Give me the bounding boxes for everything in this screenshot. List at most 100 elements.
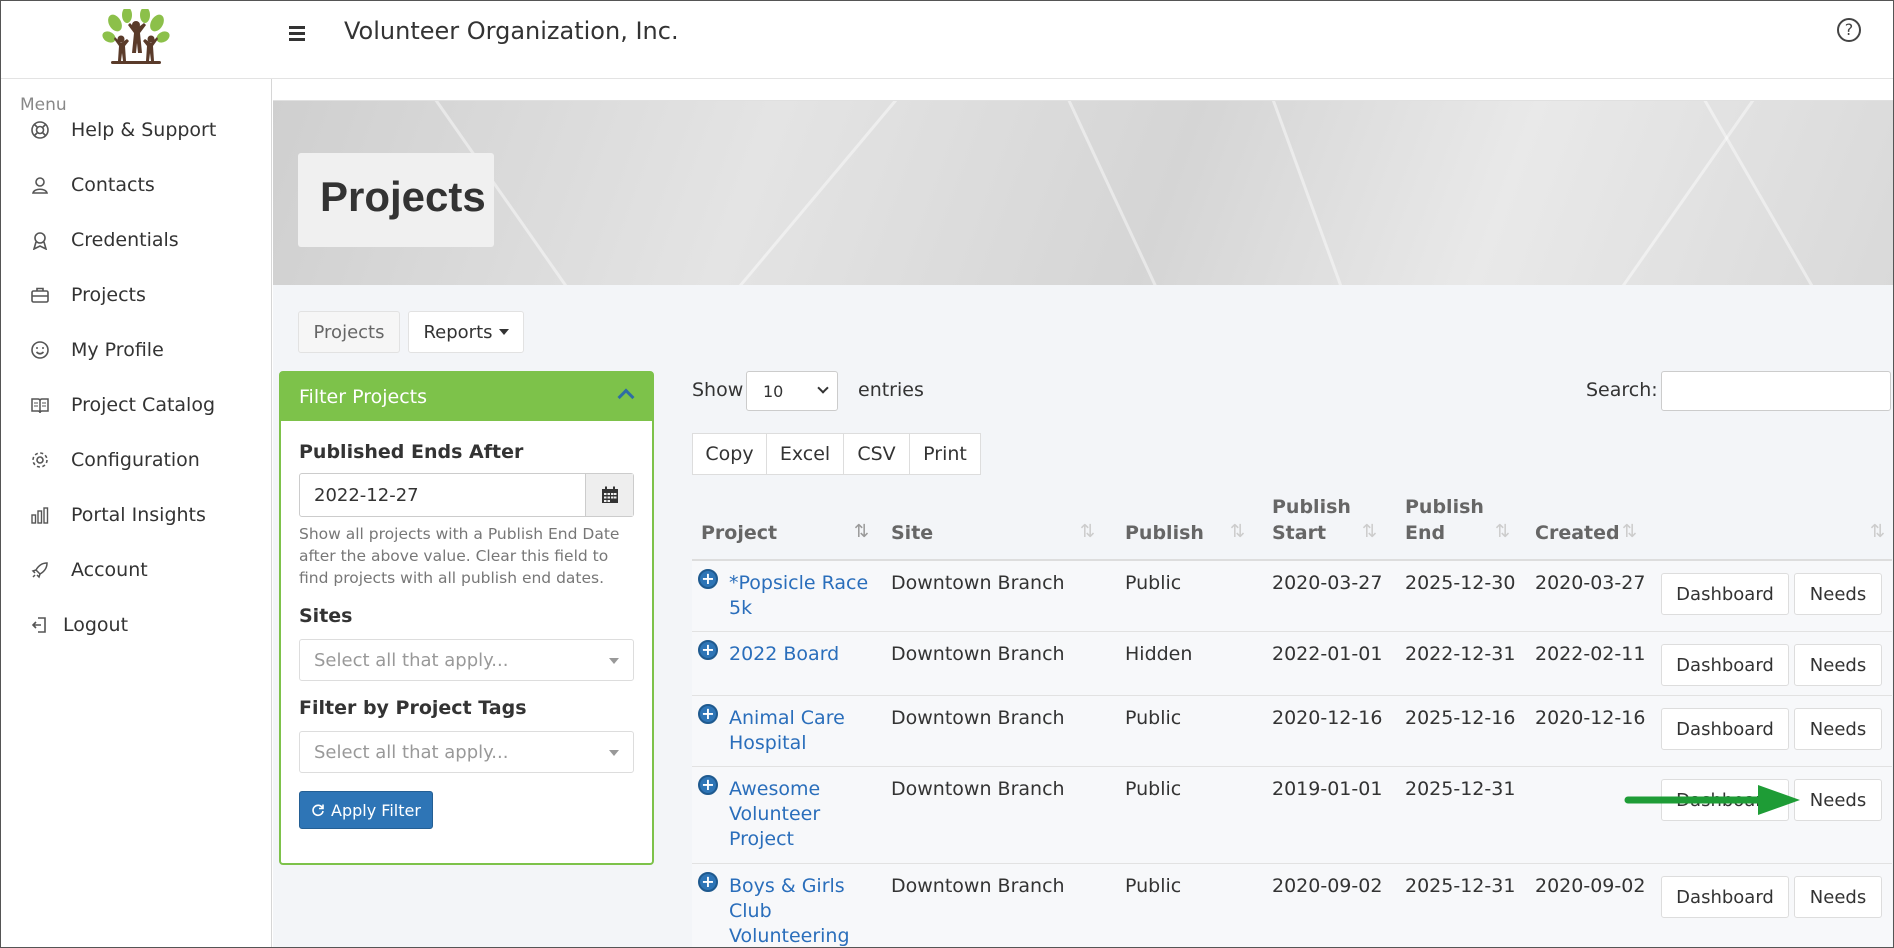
expand-row-icon[interactable]: + xyxy=(698,872,718,892)
caret-down-icon xyxy=(609,658,619,664)
sidebar-item-help-support[interactable]: Help & Support xyxy=(29,115,216,145)
sort-icon[interactable]: ⇅ xyxy=(1870,521,1885,542)
published-ends-after-input[interactable]: 2022-12-27 xyxy=(299,473,634,517)
date-value: 2022-12-27 xyxy=(314,485,419,506)
created-cell: 2020-03-27 xyxy=(1535,572,1646,594)
lifebuoy-icon xyxy=(29,119,51,141)
dashboard-button[interactable]: Dashboard xyxy=(1661,708,1789,750)
hamburger-menu-icon[interactable] xyxy=(289,19,309,45)
project-name-line: Awesome xyxy=(729,778,821,800)
sidebar-item-project-catalog[interactable]: Project Catalog xyxy=(29,390,215,420)
filter-projects-panel: Filter Projects Published Ends After 202… xyxy=(279,371,654,865)
project-link[interactable]: Animal Care Hospital xyxy=(729,706,845,756)
needs-button[interactable]: Needs xyxy=(1794,644,1882,686)
project-name-line: Volunteer xyxy=(729,803,821,825)
tab-reports-label: Reports xyxy=(423,321,493,343)
col-created-header[interactable]: Created xyxy=(1535,521,1620,546)
needs-button[interactable]: Needs xyxy=(1794,573,1882,615)
needs-button[interactable]: Needs xyxy=(1794,708,1882,750)
entries-label: entries xyxy=(858,379,924,401)
table-row: + 2022 Board Downtown Branch Hidden 2022… xyxy=(692,632,1892,696)
project-name-line: 5k xyxy=(729,597,753,619)
project-link[interactable]: Boys & Girls Club Volunteering xyxy=(729,874,850,947)
col-publish-header[interactable]: Publish xyxy=(1125,521,1204,546)
chevron-up-icon[interactable] xyxy=(617,388,635,406)
sidebar-item-configuration[interactable]: Configuration xyxy=(29,445,200,475)
sort-icon[interactable]: ⇅ xyxy=(1495,521,1510,542)
volunteer-tree-logo[interactable] xyxy=(101,9,171,67)
sites-placeholder: Select all that apply... xyxy=(314,650,509,671)
project-name-line: Hospital xyxy=(729,732,807,754)
search-input[interactable] xyxy=(1661,371,1891,411)
contacts-icon xyxy=(29,174,51,196)
col-publish-start-line1: Publish xyxy=(1272,496,1351,518)
project-name-line: Boys & Girls xyxy=(729,875,845,897)
needs-button[interactable]: Needs xyxy=(1794,876,1882,918)
briefcase-icon xyxy=(29,284,51,306)
project-name-line: *Popsicle Race xyxy=(729,572,869,594)
table-row: + *Popsicle Race 5k Downtown Branch Publ… xyxy=(692,561,1892,632)
dashboard-button[interactable]: Dashboard xyxy=(1661,876,1789,918)
tab-reports-dropdown[interactable]: Reports xyxy=(408,311,524,353)
page-title-box: Projects xyxy=(298,153,494,247)
expand-row-icon[interactable]: + xyxy=(698,704,718,724)
rocket-icon xyxy=(29,559,51,581)
caret-down-icon xyxy=(498,329,509,335)
calendar-icon[interactable] xyxy=(585,474,633,516)
sites-label: Sites xyxy=(299,605,353,627)
sidebar-item-label: Projects xyxy=(71,284,146,306)
sidebar-item-label: Contacts xyxy=(71,174,155,196)
award-icon xyxy=(29,229,51,251)
tab-projects[interactable]: Projects xyxy=(298,311,400,353)
apply-filter-button[interactable]: Apply Filter xyxy=(299,791,433,829)
page-size-select[interactable]: 10 xyxy=(746,371,838,411)
sidebar-item-label: Configuration xyxy=(71,449,200,471)
expand-row-icon[interactable]: + xyxy=(698,569,718,589)
sidebar-item-account[interactable]: Account xyxy=(29,555,148,585)
dashboard-button[interactable]: Dashboard xyxy=(1661,644,1789,686)
print-button[interactable]: Print xyxy=(909,433,981,475)
sidebar-item-contacts[interactable]: Contacts xyxy=(29,170,155,200)
excel-button[interactable]: Excel xyxy=(766,433,844,475)
project-tags-select[interactable]: Select all that apply... xyxy=(299,731,634,773)
sort-icon[interactable]: ⇅ xyxy=(1080,521,1095,542)
col-site-header[interactable]: Site xyxy=(891,521,933,546)
publish-start-cell: 2020-09-02 xyxy=(1272,875,1383,897)
publish-start-cell: 2022-01-01 xyxy=(1272,643,1383,665)
expand-row-icon[interactable]: + xyxy=(698,775,718,795)
sites-select[interactable]: Select all that apply... xyxy=(299,639,634,681)
col-project-header[interactable]: Project xyxy=(701,521,777,546)
publish-end-cell: 2025-12-16 xyxy=(1405,707,1516,729)
top-bar: Volunteer Organization, Inc. ? xyxy=(1,1,1893,79)
needs-button[interactable]: Needs xyxy=(1794,779,1882,821)
sort-icon[interactable]: ⇅ xyxy=(1622,521,1637,542)
sort-asc-icon[interactable]: ⇅ xyxy=(854,521,869,542)
filter-panel-header[interactable]: Filter Projects xyxy=(281,373,652,421)
book-icon xyxy=(29,394,51,416)
bar-chart-icon xyxy=(29,504,51,526)
project-link[interactable]: 2022 Board xyxy=(729,642,839,667)
publish-end-cell: 2025-12-31 xyxy=(1405,778,1516,800)
main-content: Projects Projects Reports Filter Project… xyxy=(273,79,1893,947)
publish-start-cell: 2019-01-01 xyxy=(1272,778,1383,800)
copy-button[interactable]: Copy xyxy=(692,433,767,475)
publish-cell: Public xyxy=(1125,875,1182,897)
sort-icon[interactable]: ⇅ xyxy=(1230,521,1245,542)
dashboard-button[interactable]: Dashboard xyxy=(1661,573,1789,615)
project-link[interactable]: *Popsicle Race 5k xyxy=(729,571,868,621)
sidebar-item-label: Account xyxy=(71,559,148,581)
publish-cell: Public xyxy=(1125,778,1182,800)
project-link[interactable]: Awesome Volunteer Project xyxy=(729,777,820,852)
sidebar-item-portal-insights[interactable]: Portal Insights xyxy=(29,500,206,530)
sidebar-item-credentials[interactable]: Credentials xyxy=(29,225,179,255)
apply-filter-label: Apply Filter xyxy=(331,800,421,820)
expand-row-icon[interactable]: + xyxy=(698,640,718,660)
csv-button[interactable]: CSV xyxy=(843,433,910,475)
sidebar: Menu Help & Support Contacts Credentials… xyxy=(1,79,272,947)
sidebar-item-logout[interactable]: Logout xyxy=(29,610,128,640)
question-circle-icon[interactable]: ? xyxy=(1837,18,1861,42)
project-tags-label: Filter by Project Tags xyxy=(299,697,527,719)
sidebar-item-projects[interactable]: Projects xyxy=(29,280,146,310)
sidebar-item-my-profile[interactable]: My Profile xyxy=(29,335,164,365)
sort-icon[interactable]: ⇅ xyxy=(1362,521,1377,542)
